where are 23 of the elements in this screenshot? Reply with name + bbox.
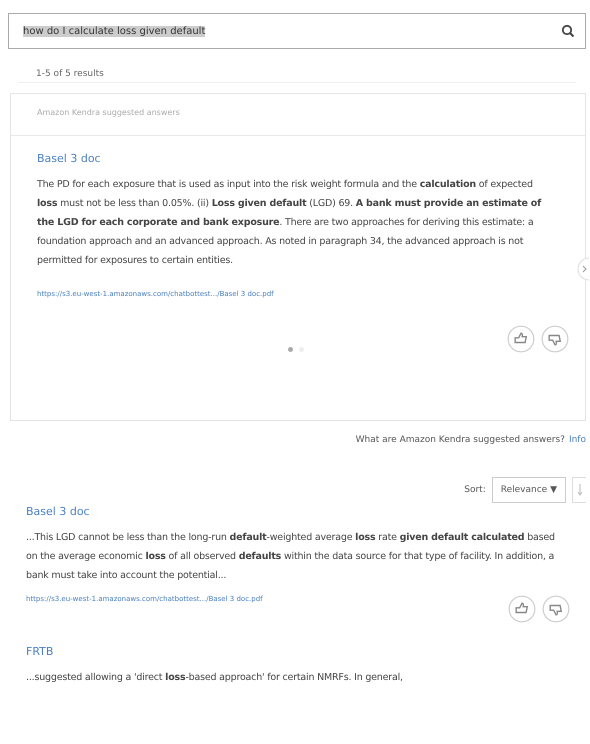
sort-dropdown[interactable]: Relevance ▼ <box>492 477 566 503</box>
thumbs-down-icon[interactable] <box>541 325 569 353</box>
info-link[interactable]: Info <box>568 435 586 445</box>
result-title-link[interactable]: FRTB <box>26 645 556 658</box>
arrow-down-icon <box>576 484 582 496</box>
thumbs-up-icon[interactable] <box>508 595 536 623</box>
carousel-dot[interactable] <box>288 347 293 352</box>
thumbs-up-icon[interactable] <box>507 325 535 353</box>
result-title-link[interactable]: Basel 3 doc <box>26 505 556 518</box>
search-query: how do I calculate loss given default <box>23 26 206 36</box>
card-header: Amazon Kendra suggested answers <box>11 94 585 136</box>
result-excerpt: ...suggested allowing a 'direct loss-based approach' for certain NMRFs. In general, <box>26 671 404 685</box>
sort-label: Sort: <box>464 485 486 495</box>
next-arrow-icon[interactable] <box>577 257 589 281</box>
help-question: What are Amazon Kendra suggested answers? <box>356 435 565 445</box>
sort-direction-button[interactable] <box>572 477 586 503</box>
search-icon[interactable] <box>561 24 575 38</box>
answer-excerpt: The PD for each exposure that is used as input into the risk weight formula and the calculation of expected loss must not be less than 0.05%. (ii) Loss given default (LGD) 69. A bank must provide an estimate of the LGD for each corporate and bank exposure. There are two approaches for deriving this estimate: a foundation approach and an advanced approach. As noted in paragraph 34, the advanced approach is not permitted for exposures to certain entities. <box>37 178 542 268</box>
thumbs-down-icon[interactable] <box>542 595 570 623</box>
result-excerpt: ...This LGD cannot be less than the long-run default-weighted average loss rate given default calculated based on the average economic loss of all observed defaults within the data source for that type of facility. In addition, a bank must take into account the potential... <box>26 531 556 583</box>
search-field[interactable]: how do I calculate loss given default <box>8 13 586 49</box>
results-count: 1-5 of 5 results <box>18 49 576 83</box>
result-title-link[interactable]: Basel 3 doc <box>37 152 101 165</box>
